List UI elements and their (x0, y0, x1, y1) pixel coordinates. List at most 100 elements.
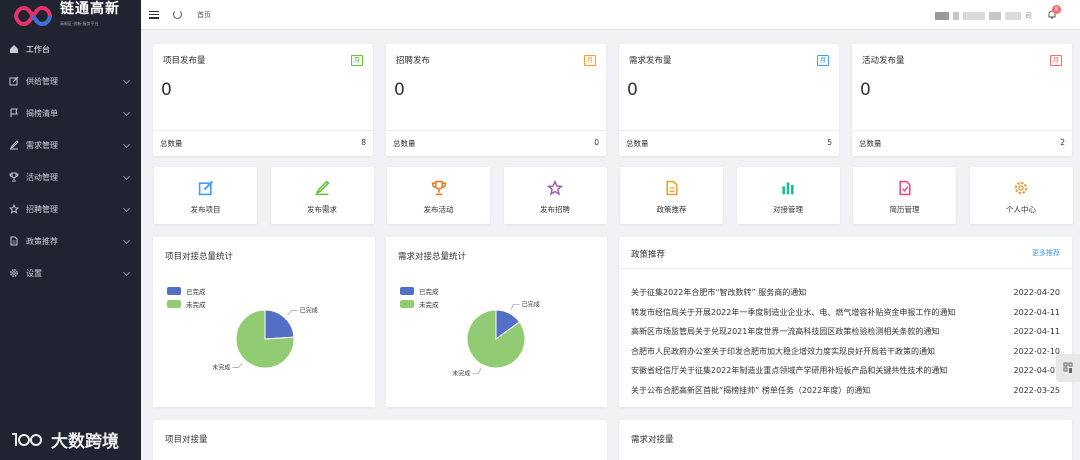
quick-link-label: 发布招聘 (540, 205, 570, 214)
policy-title[interactable]: 合肥市人民政府办公室关于印发合肥市加大稳企增效力度实现良好开局若干政策的通知 (631, 346, 935, 357)
brand-name: 链通高新 高新区·创新·服务平台 (60, 2, 120, 31)
policy-date: 2022-04-07 (1013, 366, 1061, 376)
sidebar-item-label: 供给管理 (26, 76, 58, 86)
chevron-down-icon (122, 236, 131, 245)
policy-title[interactable]: 转发市经信局关于开展2022年一季度制造业企业水、电、燃气增容补贴资金申报工作的… (631, 307, 955, 318)
period-tag: 月 (584, 55, 596, 66)
policy-date: 2022-04-20 (1013, 288, 1061, 298)
label-leader-line (232, 362, 243, 368)
brand-subtitle: 高新区·创新·服务平台 (60, 20, 99, 26)
sidebar: 链通高新 高新区·创新·服务平台 工作台 供给管理 揭榜清单 需求管理 活动管理… (0, 0, 141, 460)
notification-badge: 8 (1052, 5, 1061, 14)
stat-card: 需求发布量 月 0 总数量 5 (619, 44, 839, 156)
policy-item[interactable]: 关于公布合肥高新区首批“揭榜挂帅” 榜单任务（2022年度）的通知 2022-03… (631, 381, 1060, 401)
stat-total-label: 总数量 (859, 139, 882, 148)
sidebar-item-6[interactable]: 政策推荐 (0, 225, 141, 257)
trophy-icon (431, 180, 447, 196)
quick-link-label: 发布项目 (190, 205, 221, 214)
stat-total-label: 总数量 (393, 139, 416, 148)
policy-item[interactable]: 关于征集2022年合肥市“智改数转” 服务商的通知 2022-04-20 (631, 283, 1060, 303)
menu-toggle-icon[interactable] (149, 10, 159, 19)
resume-icon (897, 180, 913, 196)
policy-title[interactable]: 高新区市场监管局关于兑现2021年度世界一流高科技园区政策检验检测相关条款的通知 (631, 326, 939, 337)
policy-item[interactable]: 高新区市场监管局关于兑现2021年度世界一流高科技园区政策检验检测相关条款的通知… (631, 322, 1060, 342)
quick-link-6[interactable]: 简历管理 (853, 167, 956, 224)
floating-qr-button[interactable] (1056, 354, 1080, 382)
quick-link-label: 政策推荐 (656, 205, 687, 214)
more-policy-link[interactable]: 更多推荐 (1032, 248, 1060, 258)
sidebar-item-3[interactable]: 需求管理 (0, 129, 141, 161)
refresh-icon[interactable] (173, 10, 182, 19)
quick-link-0[interactable]: 发布项目 (154, 167, 257, 224)
stat-title: 项目发布量 (163, 56, 206, 66)
chevron-down-icon (122, 204, 131, 213)
chevron-down-icon (122, 268, 131, 277)
quick-link-1[interactable]: 发布需求 (270, 167, 374, 224)
watermark: 大数跨境 (10, 427, 119, 452)
brand-logo[interactable]: 链通高新 高新区·创新·服务平台 (0, 0, 141, 32)
quick-link-label: 发布需求 (307, 205, 337, 214)
quick-link-7[interactable]: 个人中心 (969, 167, 1073, 224)
quick-link-3[interactable]: 发布招聘 (503, 167, 607, 224)
sidebar-item-1[interactable]: 供给管理 (0, 65, 141, 97)
logo-icon (13, 5, 54, 27)
pie-slice[interactable] (264, 309, 295, 340)
chevron-down-icon (122, 76, 131, 85)
flag-icon (9, 108, 19, 118)
sidebar-item-label: 需求管理 (26, 140, 58, 150)
gear-icon (1013, 180, 1029, 196)
quick-link-2[interactable]: 发布活动 (387, 167, 490, 224)
policy-title[interactable]: 安徽省经信厅关于征集2022年制造业重点领域产学研用补短板产品和关键共性技术的通… (631, 365, 947, 376)
quick-link-label: 发布活动 (423, 205, 454, 214)
policy-panel: 政策推荐 更多推荐 关于征集2022年合肥市“智改数转” 服务商的通知 2022-… (619, 237, 1072, 407)
period-tag: 月 (817, 55, 829, 66)
slice-label: 已完成 (522, 300, 540, 308)
slice-label: 未完成 (452, 370, 470, 378)
stat-total-value: 0 (594, 138, 599, 147)
chevron-down-icon (122, 172, 131, 181)
edit-icon (9, 76, 19, 86)
policy-date: 2022-03-25 (1013, 385, 1061, 395)
stat-value: 0 (627, 80, 638, 100)
sidebar-item-4[interactable]: 活动管理 (0, 161, 141, 193)
policy-title[interactable]: 关于征集2022年合肥市“智改数转” 服务商的通知 (631, 287, 806, 298)
divider (386, 130, 606, 131)
stat-card: 活动发布量 月 0 总数量 2 (852, 44, 1072, 156)
policy-date: 2022-04-11 (1013, 327, 1061, 337)
user-name-suffix: 司 (1025, 12, 1032, 20)
quick-link-4[interactable]: 政策推荐 (620, 167, 723, 224)
trophy-icon (9, 172, 19, 182)
pen-icon (9, 140, 19, 150)
user-account[interactable]: 司 (935, 11, 1032, 21)
sidebar-item-5[interactable]: 招聘管理 (0, 193, 141, 225)
stat-card: 招聘发布 月 0 总数量 0 (386, 44, 606, 156)
breadcrumb[interactable]: 首页 (197, 10, 211, 20)
stat-value: 0 (394, 80, 405, 100)
sidebar-item-2[interactable]: 揭榜清单 (0, 97, 141, 129)
period-tag: 月 (1050, 55, 1062, 66)
project-pie-chart: 已完成未完成 (212, 307, 317, 372)
policy-item[interactable]: 转发市经信局关于开展2022年一季度制造业企业水、电、燃气增容补贴资金申报工作的… (631, 303, 1060, 323)
demand-stats-panel: 需求对接总量统计 已完成 未完成 已完成 未完成 (386, 237, 607, 407)
quick-link-5[interactable]: 对接管理 (736, 167, 840, 224)
edit-icon (198, 180, 214, 196)
policy-item[interactable]: 合肥市人民政府办公室关于印发合肥市加大稳企增效力度实现良好开局若干政策的通知 20… (631, 342, 1060, 362)
label-leader-line (472, 368, 482, 375)
sidebar-menu: 工作台 供给管理 揭榜清单 需求管理 活动管理 招聘管理 政策推荐 设置 (0, 33, 141, 289)
slice-label: 未完成 (212, 363, 230, 371)
sidebar-item-0[interactable]: 工作台 (0, 33, 141, 65)
watermark-text: 大数跨境 (51, 432, 119, 452)
qrcode-icon (1063, 362, 1073, 373)
policy-title[interactable]: 关于公布合肥高新区首批“揭榜挂帅” 榜单任务（2022年度）的通知 (631, 385, 870, 396)
divider (619, 268, 1072, 269)
panel-title: 项目对接量 (165, 435, 208, 445)
watermark-logo-icon (12, 432, 42, 446)
demand-docking-panel: 需求对接量 (619, 420, 1072, 460)
stat-title: 招聘发布 (396, 56, 431, 66)
sidebar-item-7[interactable]: 设置 (0, 257, 141, 289)
sidebar-item-label: 工作台 (26, 44, 50, 54)
project-stats-panel: 项目对接总量统计 已完成 未完成 已完成 未完成 (153, 237, 375, 407)
stat-title: 需求发布量 (629, 56, 672, 66)
policy-item[interactable]: 安徽省经信厅关于征集2022年制造业重点领域产学研用补短板产品和关键共性技术的通… (631, 361, 1060, 381)
divider (852, 130, 1072, 131)
